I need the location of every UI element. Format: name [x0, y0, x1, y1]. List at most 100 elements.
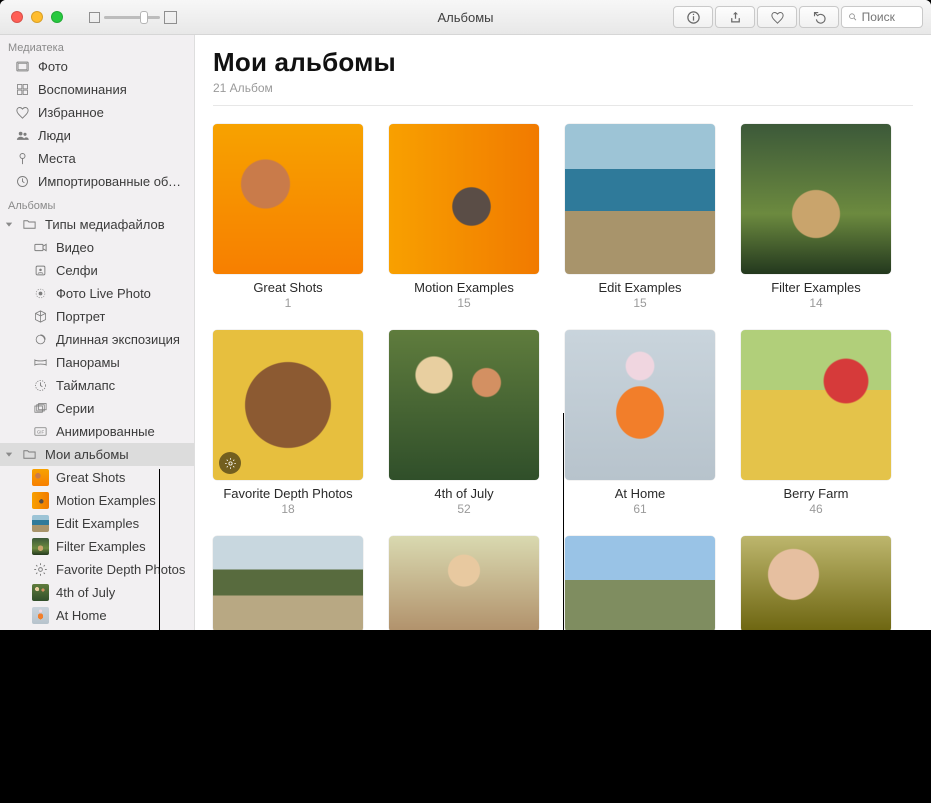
album-tile[interactable] [213, 536, 363, 630]
sidebar-item-label: Motion Examples [56, 493, 156, 508]
album-tile[interactable]: Great Shots1 [213, 124, 363, 310]
traffic-lights [0, 11, 63, 23]
sidebar-item-cube[interactable]: Портрет [0, 305, 194, 328]
album-title: Motion Examples [414, 280, 514, 295]
photo-icon [14, 58, 31, 75]
sidebar-album-item[interactable]: At Home [0, 604, 194, 627]
info-button[interactable] [673, 6, 713, 28]
album-tile[interactable]: Edit Examples15 [565, 124, 715, 310]
album-cover [213, 124, 363, 274]
zoom-window-button[interactable] [51, 11, 63, 23]
sidebar-item-pano[interactable]: Панорамы [0, 351, 194, 374]
rotate-icon [812, 10, 827, 25]
sidebar-section-albums: Альбомы [0, 197, 194, 213]
album-cover [741, 330, 891, 480]
sidebar-album-item[interactable]: 4th of July [0, 581, 194, 604]
album-tile[interactable] [389, 536, 539, 630]
album-thumb-icon [32, 538, 49, 555]
memories-icon [14, 81, 31, 98]
sidebar-item-live[interactable]: Фото Live Photo [0, 282, 194, 305]
sidebar-item-label: Таймлапс [56, 378, 115, 393]
sidebar-item-label: Фото Live Photo [56, 286, 151, 301]
sidebar-item-media-types[interactable]: Типы медиафайлов [0, 213, 194, 236]
album-title: Great Shots [253, 280, 322, 295]
favorite-button[interactable] [757, 6, 797, 28]
album-count: 15 [457, 296, 470, 310]
disclosure-triangle-icon[interactable] [4, 451, 14, 459]
album-tile[interactable]: 4th of July52 [389, 330, 539, 516]
sidebar-item-label: 4th of July [56, 585, 115, 600]
sidebar-album-item[interactable]: Favorite Depth Photos [0, 558, 194, 581]
sidebar-item-selfie[interactable]: Селфи [0, 259, 194, 282]
thumbnail-zoom-control[interactable] [89, 11, 177, 24]
heart-icon [14, 104, 31, 121]
album-cover [565, 536, 715, 630]
divider [213, 105, 913, 106]
album-tile[interactable]: Motion Examples15 [389, 124, 539, 310]
album-title: 4th of July [434, 486, 493, 501]
sidebar-item-timelapse[interactable]: Таймлапс [0, 374, 194, 397]
album-tile[interactable]: At Home61 [565, 330, 715, 516]
sidebar-item-label: Панорамы [56, 355, 120, 370]
sidebar-item-my-albums[interactable]: Мои альбомы [0, 443, 194, 466]
sidebar-item-video[interactable]: Видео [0, 236, 194, 259]
sidebar-item-pin[interactable]: Места [0, 147, 194, 170]
sidebar-item-photo[interactable]: Фото [0, 55, 194, 78]
sidebar-item-label: Воспоминания [38, 82, 127, 97]
sidebar-item-longexp[interactable]: Длинная экспозиция [0, 328, 194, 351]
gear-icon [32, 561, 49, 578]
toolbar-right [673, 6, 923, 28]
album-title: Edit Examples [598, 280, 681, 295]
album-tile[interactable]: Filter Examples14 [741, 124, 891, 310]
sidebar-item-label: At Home [56, 608, 107, 623]
sidebar-item-label: Места [38, 151, 76, 166]
album-cover [389, 330, 539, 480]
share-button[interactable] [715, 6, 755, 28]
album-tile[interactable]: Berry Farm46 [741, 330, 891, 516]
album-cover [213, 330, 363, 480]
sidebar-item-burst[interactable]: Серии [0, 397, 194, 420]
album-tile[interactable] [741, 536, 891, 630]
album-thumb-icon [32, 607, 49, 624]
people-icon [14, 127, 31, 144]
sidebar-item-label: Серии [56, 401, 94, 416]
album-count: 1 [285, 296, 292, 310]
zoom-in-icon [164, 11, 177, 24]
share-icon [728, 10, 743, 25]
rotate-button[interactable] [799, 6, 839, 28]
sidebar-album-item[interactable]: Great Shots [0, 466, 194, 489]
titlebar: Альбомы [0, 0, 931, 35]
album-tile[interactable]: Favorite Depth Photos18 [213, 330, 363, 516]
album-count: 61 [633, 502, 646, 516]
album-count: 15 [633, 296, 646, 310]
sidebar-item-clock[interactable]: Импортированные объ… [0, 170, 194, 193]
album-title: Favorite Depth Photos [223, 486, 352, 501]
album-count-subtitle: 21 Альбом [213, 81, 913, 105]
longexp-icon [32, 331, 49, 348]
clock-icon [14, 173, 31, 190]
sidebar-item-people[interactable]: Люди [0, 124, 194, 147]
video-icon [32, 239, 49, 256]
sidebar-album-item[interactable]: Filter Examples [0, 535, 194, 558]
search-input[interactable] [862, 10, 916, 24]
album-cover [565, 124, 715, 274]
sidebar-item-label: Селфи [56, 263, 98, 278]
close-window-button[interactable] [11, 11, 23, 23]
sidebar-item-memories[interactable]: Воспоминания [0, 78, 194, 101]
svg-text:GIF: GIF [37, 429, 45, 434]
minimize-window-button[interactable] [31, 11, 43, 23]
disclosure-triangle-icon[interactable] [4, 221, 14, 229]
album-title: At Home [615, 486, 666, 501]
album-tile[interactable] [565, 536, 715, 630]
album-thumb-icon [32, 584, 49, 601]
zoom-slider[interactable] [104, 16, 160, 19]
burst-icon [32, 400, 49, 417]
sidebar-item-heart[interactable]: Избранное [0, 101, 194, 124]
sidebar-item-label: Edit Examples [56, 516, 139, 531]
sidebar-album-item[interactable]: Motion Examples [0, 489, 194, 512]
sidebar-album-item[interactable]: Edit Examples [0, 512, 194, 535]
folder-icon [21, 446, 38, 463]
album-cover [213, 536, 363, 630]
sidebar-item-gif[interactable]: GIFАнимированные [0, 420, 194, 443]
search-field[interactable] [841, 6, 923, 28]
